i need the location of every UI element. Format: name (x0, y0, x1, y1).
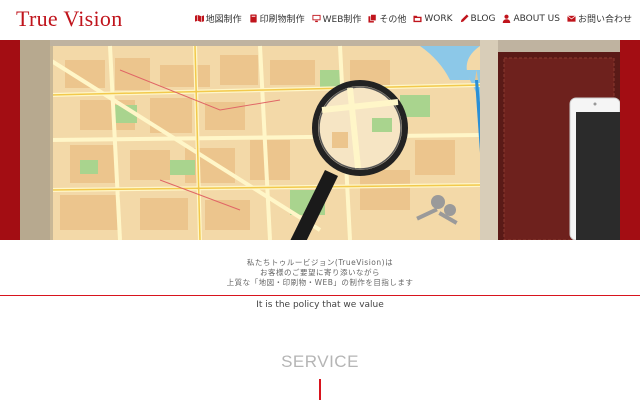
site-logo[interactable]: True Vision (16, 6, 123, 32)
user-icon (502, 14, 511, 23)
folder-icon (413, 14, 422, 23)
pencil-icon (460, 14, 469, 23)
intro-line: 私たちトゥルービジョン(TrueVision)は (246, 258, 394, 267)
site-header: True Vision 地図制作 印刷物制作 WEB制作 その他 WORK BL… (0, 0, 640, 40)
nav-label: その他 (379, 15, 407, 25)
book-icon (249, 14, 258, 23)
nav-item-work[interactable]: WORK (413, 12, 453, 25)
section-divider (0, 295, 640, 296)
nav-item-print-production[interactable]: 印刷物制作 (249, 12, 305, 25)
intro-text: 私たちトゥルービジョン(TrueVision)は お客様のご要望に寄り添いながら… (0, 258, 640, 288)
city-map-illustration (20, 40, 620, 240)
nav-item-map-production[interactable]: 地図制作 (194, 12, 242, 25)
hero-image (20, 40, 620, 240)
service-heading: SERVICE (281, 352, 359, 371)
nav-label: ABOUT US (513, 13, 560, 24)
desktop-icon (312, 14, 321, 23)
hero-banner (0, 40, 640, 240)
nav-label: お問い合わせ (577, 15, 632, 25)
nav-item-about-us[interactable]: ABOUT US (502, 12, 560, 25)
nav-item-blog[interactable]: BLOG (460, 12, 496, 25)
nav-label: 地図制作 (205, 15, 242, 25)
intro-line: 上質な「地図・印刷物・WEB」の制作を目指します (226, 278, 414, 287)
map-icon (194, 14, 204, 23)
service-accent-line (319, 379, 321, 400)
files-icon (368, 14, 377, 23)
nav-label: WORK (424, 13, 453, 24)
envelope-icon (567, 14, 576, 23)
nav-item-other[interactable]: その他 (368, 12, 406, 25)
nav-item-web-production[interactable]: WEB制作 (312, 12, 362, 25)
policy-caption: It is the policy that we value (256, 300, 384, 310)
main-nav: 地図制作 印刷物制作 WEB制作 その他 WORK BLOG ABOUT US … (194, 12, 632, 25)
nav-label: 印刷物制作 (259, 15, 305, 25)
nav-label: BLOG (470, 13, 496, 24)
nav-item-contact[interactable]: お問い合わせ (567, 12, 632, 25)
intro-line: お客様のご要望に寄り添いながら (260, 268, 380, 277)
nav-label: WEB制作 (322, 15, 362, 25)
